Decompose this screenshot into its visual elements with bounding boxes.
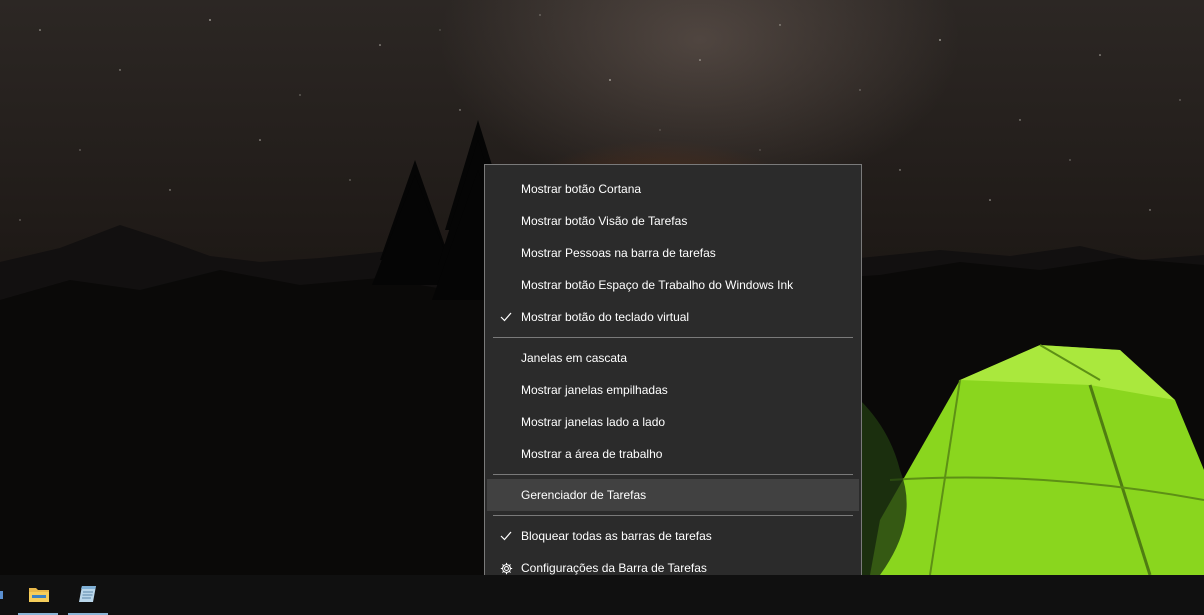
menu-separator [493,515,853,516]
notepad-icon [77,583,99,610]
menu-item-show-windows-side-by-side[interactable]: Mostrar janelas lado a lado [487,406,859,438]
menu-item-label: Gerenciador de Tarefas [521,488,647,502]
menu-item-label: Mostrar Pessoas na barra de tarefas [521,246,716,260]
file-explorer-icon [28,584,50,609]
menu-item-label: Mostrar botão Espaço de Trabalho do Wind… [521,278,794,292]
menu-item-lock-all-taskbars[interactable]: Bloquear todas as barras de tarefas [487,520,859,552]
taskbar-notepad-button[interactable] [68,575,108,615]
menu-item-cascade-windows[interactable]: Janelas em cascata [487,342,859,374]
menu-separator [493,337,853,338]
taskbar-file-explorer-button[interactable] [18,575,58,615]
checkmark-icon [497,520,515,552]
menu-item-label: Mostrar janelas empilhadas [521,383,668,397]
menu-item-label: Mostrar a área de trabalho [521,447,663,461]
menu-item-show-people[interactable]: Mostrar Pessoas na barra de tarefas [487,237,859,269]
menu-item-label: Configurações da Barra de Tarefas [521,561,707,575]
menu-item-label: Mostrar janelas lado a lado [521,415,666,429]
menu-item-label: Mostrar botão do teclado virtual [521,310,690,324]
menu-item-label: Bloquear todas as barras de tarefas [521,529,712,543]
menu-item-show-task-view-button[interactable]: Mostrar botão Visão de Tarefas [487,205,859,237]
taskbar[interactable] [0,575,1204,615]
menu-item-show-windows-stacked[interactable]: Mostrar janelas empilhadas [487,374,859,406]
menu-item-show-desktop[interactable]: Mostrar a área de trabalho [487,438,859,470]
menu-item-task-manager[interactable]: Gerenciador de Tarefas [487,479,859,511]
menu-separator [493,474,853,475]
menu-item-show-windows-ink-button[interactable]: Mostrar botão Espaço de Trabalho do Wind… [487,269,859,301]
taskbar-partial-icon[interactable] [0,587,4,603]
checkmark-icon [497,301,515,333]
menu-item-show-cortana-button[interactable]: Mostrar botão Cortana [487,173,859,205]
menu-item-label: Janelas em cascata [521,351,628,365]
taskbar-context-menu: Mostrar botão Cortana Mostrar botão Visã… [484,164,862,592]
menu-item-label: Mostrar botão Cortana [521,182,642,196]
menu-item-show-touch-keyboard-button[interactable]: Mostrar botão do teclado virtual [487,301,859,333]
menu-item-label: Mostrar botão Visão de Tarefas [521,214,688,228]
